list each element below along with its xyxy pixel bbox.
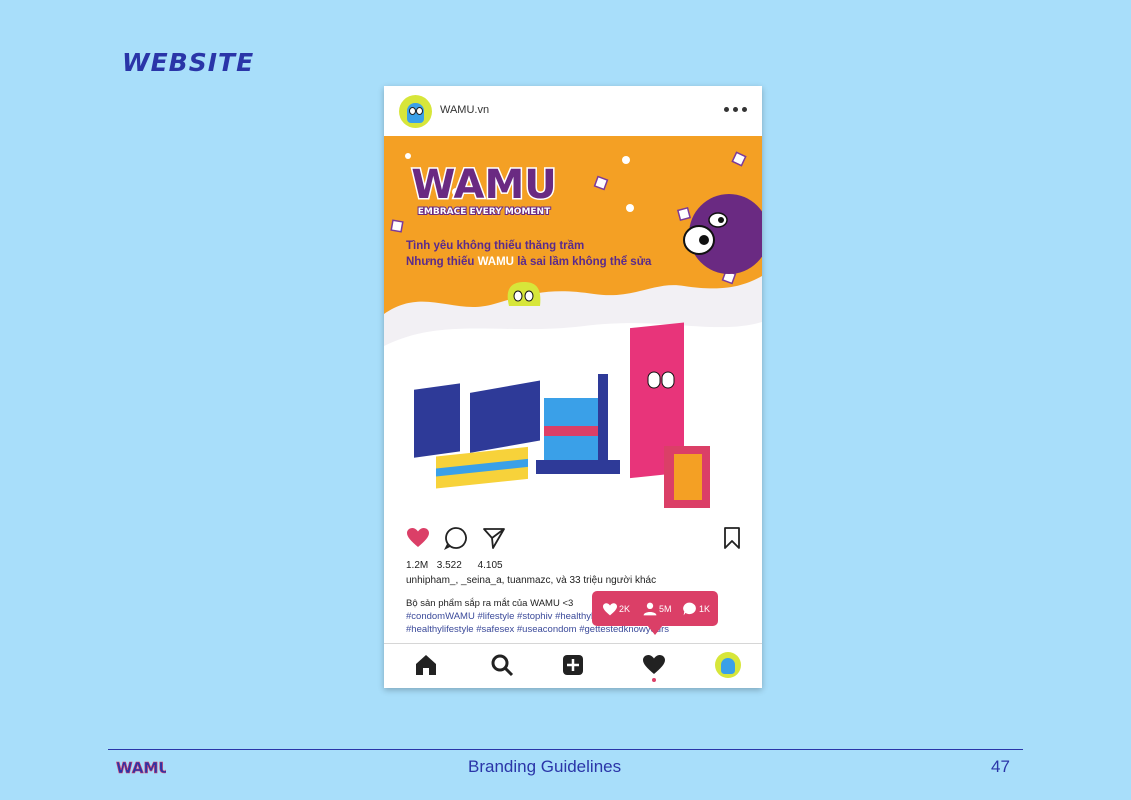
poster-tagline-2: Nhưng thiếu WAMU là sai lầm không thể sử… xyxy=(406,256,652,268)
comments-count: 3.522 xyxy=(436,560,462,571)
footer-wamu-logo: WAMU xyxy=(116,757,171,778)
liked-by-text[interactable]: unhipham_, _seina_a, tuanmazc, và 33 tri… xyxy=(406,575,656,586)
comment-icon[interactable] xyxy=(444,526,468,550)
svg-text:WAMU: WAMU xyxy=(411,162,557,208)
heart-icon xyxy=(603,603,617,616)
activity-indicator-dot xyxy=(652,678,656,682)
footer-title: Branding Guidelines xyxy=(468,757,622,776)
mascot-eye-icon xyxy=(416,107,423,115)
bottom-nav-bar xyxy=(384,644,762,688)
likes-count: 1.2M xyxy=(406,560,429,571)
mascot-eye-icon xyxy=(409,107,416,115)
activity-notification-popup[interactable]: 2K 5M 1K xyxy=(592,591,718,635)
like-heart-icon[interactable] xyxy=(406,526,430,550)
home-icon[interactable] xyxy=(414,653,438,677)
bookmark-icon[interactable] xyxy=(720,526,744,550)
post-image[interactable]: WAMU EMBRACE EVERY MOMENT Tình yêu không… xyxy=(384,136,762,514)
page-number: 47 xyxy=(991,757,1010,776)
post-action-bar xyxy=(384,514,762,558)
post-header: WAMU.vn xyxy=(384,86,762,136)
mascot-icon xyxy=(721,658,735,674)
activity-heart-icon[interactable] xyxy=(642,653,666,677)
add-post-icon[interactable] xyxy=(561,653,585,677)
footer-divider xyxy=(108,749,1023,750)
more-options-icon[interactable] xyxy=(724,102,748,116)
section-title: WEBSITE xyxy=(122,48,255,77)
post-counts: 1.2M 3.522 4.105 xyxy=(406,560,503,571)
comment-bubble-icon xyxy=(683,602,696,616)
avatar[interactable] xyxy=(399,95,432,128)
search-icon[interactable] xyxy=(490,653,514,677)
share-send-icon[interactable] xyxy=(482,526,506,550)
user-icon xyxy=(643,602,657,616)
shares-count: 4.105 xyxy=(477,560,503,571)
profile-avatar[interactable] xyxy=(715,652,741,678)
instagram-post-card: WAMU.vn WAMU EMBRACE EVERY MOMENT Tình y… xyxy=(384,86,762,688)
svg-text:EMBRACE EVERY MOMENT: EMBRACE EVERY MOMENT xyxy=(418,207,551,217)
wamu-logo: WAMU EMBRACE EVERY MOMENT xyxy=(408,160,560,220)
poster-tagline-1: Tình yêu không thiếu thăng trầm xyxy=(406,240,585,252)
svg-text:WAMU: WAMU xyxy=(116,759,166,777)
post-username[interactable]: WAMU.vn xyxy=(440,104,489,116)
